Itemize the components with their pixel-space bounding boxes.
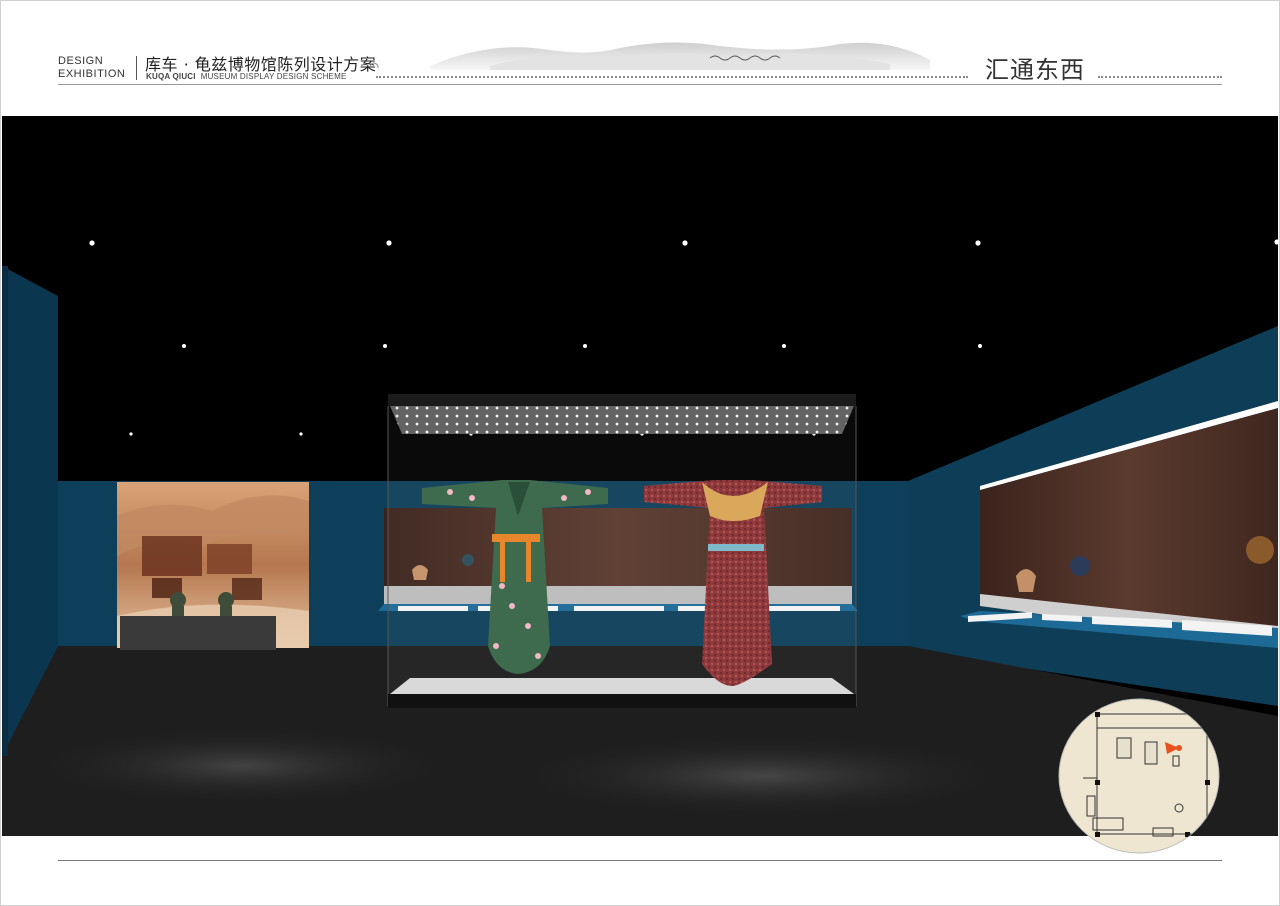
floor-plan-locator bbox=[1058, 698, 1220, 854]
header-rule bbox=[58, 84, 1222, 85]
page-header: DESIGN EXHIBITION 库车 · 龟兹博物馆陈列设计方案 KUQA … bbox=[0, 0, 1280, 110]
brand-divider bbox=[136, 56, 137, 80]
brand-label: DESIGN EXHIBITION bbox=[58, 55, 132, 81]
sculpture-plinth bbox=[120, 616, 276, 650]
subtitle-brand: KUQA QIUCI bbox=[146, 72, 196, 81]
subtitle-text: MUSEUM DISPLAY DESIGN SCHEME bbox=[200, 72, 347, 81]
central-showcase bbox=[387, 394, 857, 708]
section-title: 汇通东西 bbox=[985, 56, 1085, 84]
header-dotted-rule-right bbox=[1098, 76, 1222, 78]
brand-line-2: EXHIBITION bbox=[58, 68, 126, 80]
footer-rule bbox=[58, 860, 1222, 861]
document-subtitle: KUQA QIUCI MUSEUM DISPLAY DESIGN SCHEME bbox=[146, 72, 346, 81]
brand-line-1: DESIGN bbox=[58, 55, 104, 67]
header-dotted-rule bbox=[376, 76, 968, 78]
location-dot-icon bbox=[1176, 745, 1182, 751]
